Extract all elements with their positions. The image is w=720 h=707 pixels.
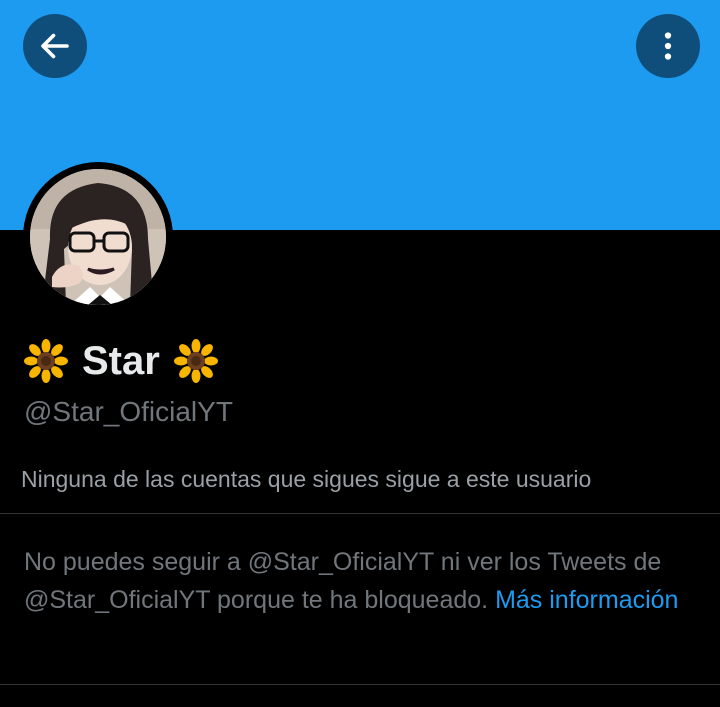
profile-handle: @Star_OficialYT: [24, 396, 233, 427]
more-options-button[interactable]: [636, 14, 700, 78]
back-button[interactable]: [23, 14, 87, 78]
more-info-link[interactable]: Más información: [495, 586, 678, 614]
sunflower-emoji-icon: [24, 339, 68, 383]
display-name: Star: [82, 339, 160, 383]
divider: [0, 684, 720, 685]
vertical-ellipsis-icon: [664, 32, 672, 60]
sunflower-emoji-icon: [173, 339, 218, 383]
avatar[interactable]: [23, 162, 173, 312]
divider: [0, 513, 720, 514]
profile-photo: [30, 169, 166, 305]
display-name-row: Star: [24, 335, 218, 387]
arrow-left-icon: [41, 33, 69, 59]
followers-you-know[interactable]: Ninguna de las cuentas que sigues sigue …: [21, 466, 591, 494]
blocked-notice: No puedes seguir a @Star_OficialYT ni ve…: [24, 543, 704, 619]
